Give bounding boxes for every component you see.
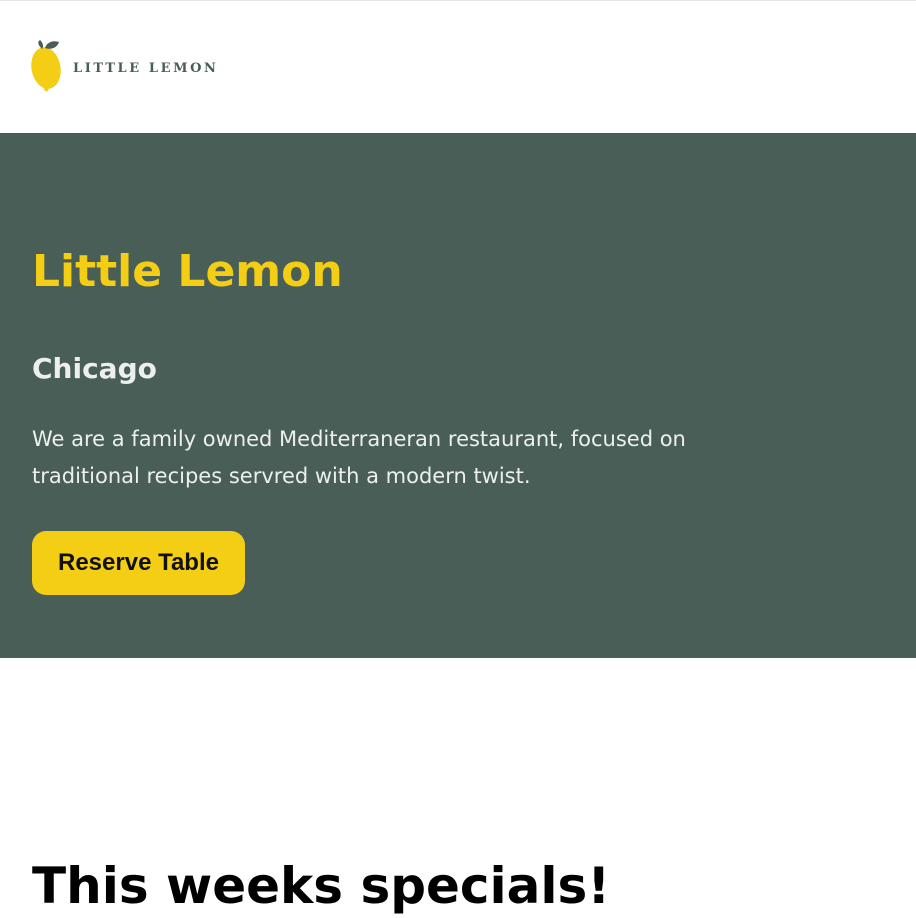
logo-text: LITTLE LEMON — [73, 60, 219, 76]
hero-section: Little Lemon Chicago We are a family own… — [0, 133, 916, 658]
hero-title: Little Lemon — [32, 246, 343, 297]
specials-title: This weeks specials! — [32, 857, 611, 915]
logo-link[interactable]: LITTLE LEMON — [31, 39, 219, 93]
hero-description: We are a family owned Mediterraneran res… — [32, 427, 686, 488]
hero-subtitle: Chicago — [32, 352, 157, 385]
site-header: LITTLE LEMON — [0, 0, 916, 133]
reserve-table-button[interactable]: Reserve Table — [32, 531, 245, 595]
lemon-icon — [31, 39, 63, 93]
